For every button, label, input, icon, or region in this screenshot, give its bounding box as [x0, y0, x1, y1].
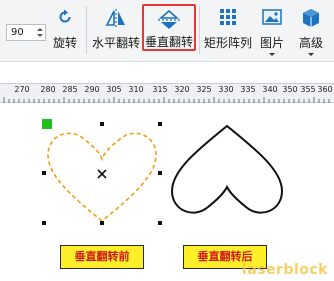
advanced-button[interactable]: 高级 — [293, 2, 329, 58]
ruler-label: 320 — [174, 85, 190, 94]
flip-vertical-icon — [158, 9, 180, 29]
cube-icon — [303, 9, 319, 27]
ruler-label: 350 — [282, 85, 298, 94]
canvas-shapes — [42, 119, 284, 225]
rotate-angle-value[interactable]: 90 — [11, 26, 24, 40]
selection-handle — [42, 221, 46, 225]
watermark-logo: laserblock — [241, 262, 328, 278]
flip-horizontal-label: 水平翻转 — [91, 36, 140, 50]
ruler-label: 290 — [84, 85, 100, 94]
advanced-label: 高级 — [298, 36, 323, 50]
ruler-label: 330 — [218, 85, 234, 94]
toolbar: 90 旋转 水平翻转 垂直翻转 矩形阵列 图片 高级 — [0, 0, 334, 62]
rotate-handle — [42, 119, 52, 129]
ruler-label: 360 — [317, 85, 333, 94]
image-dropdown-caret-icon[interactable] — [269, 53, 275, 56]
rotate-icon — [59, 9, 71, 23]
selection-handle — [100, 221, 104, 225]
stepper-down-icon[interactable] — [37, 34, 43, 37]
flip-vertical-button[interactable]: 垂直翻转 — [142, 4, 196, 51]
heart-shape-flipped — [170, 124, 284, 214]
rect-array-button[interactable]: 矩形阵列 — [202, 2, 254, 58]
ruler-label: 285 — [62, 85, 78, 94]
ruler-label: 315 — [152, 85, 168, 94]
ruler-label: 340 — [262, 85, 278, 94]
stepper-up-icon[interactable] — [37, 28, 43, 31]
rotate-angle-stepper[interactable]: 90 — [6, 24, 46, 41]
ruler-label: 270 — [14, 85, 30, 94]
advanced-dropdown-caret-icon[interactable] — [308, 53, 314, 56]
selection-handle — [158, 171, 162, 175]
image-label: 图片 — [259, 36, 284, 50]
selection-handle — [42, 171, 46, 175]
rect-array-label: 矩形阵列 — [203, 36, 252, 50]
grid-array-icon — [220, 9, 236, 25]
ruler-label: 355 — [300, 85, 316, 94]
selection-handle — [158, 221, 162, 225]
ruler-label: 280 — [40, 85, 56, 94]
toolbar-separator — [199, 6, 200, 54]
flip-horizontal-icon — [105, 9, 125, 29]
ruler-label: 305 — [106, 85, 122, 94]
rotate-label: 旋转 — [52, 36, 77, 50]
center-cross-icon — [97, 169, 107, 179]
toolbar-separator — [86, 6, 87, 54]
heart-shape-selected — [47, 132, 157, 223]
selection-handle — [158, 122, 162, 126]
image-button[interactable]: 图片 — [256, 2, 288, 58]
image-icon — [262, 9, 282, 25]
ruler-label: 335 — [240, 85, 256, 94]
horizontal-ruler: 270 280 285 290 305 310 315 320 325 330 … — [0, 83, 334, 103]
selection-handle — [100, 122, 104, 126]
ruler-label: 325 — [196, 85, 212, 94]
design-canvas[interactable]: 垂直翻转前 垂直翻转后 laserblock — [0, 103, 334, 281]
rotate-button[interactable]: 旋转 — [50, 2, 80, 58]
flip-vertical-label: 垂直翻转 — [144, 35, 193, 49]
flip-horizontal-button[interactable]: 水平翻转 — [90, 2, 142, 58]
caption-before-flip: 垂直翻转前 — [60, 245, 144, 269]
ruler-label: 310 — [128, 85, 144, 94]
